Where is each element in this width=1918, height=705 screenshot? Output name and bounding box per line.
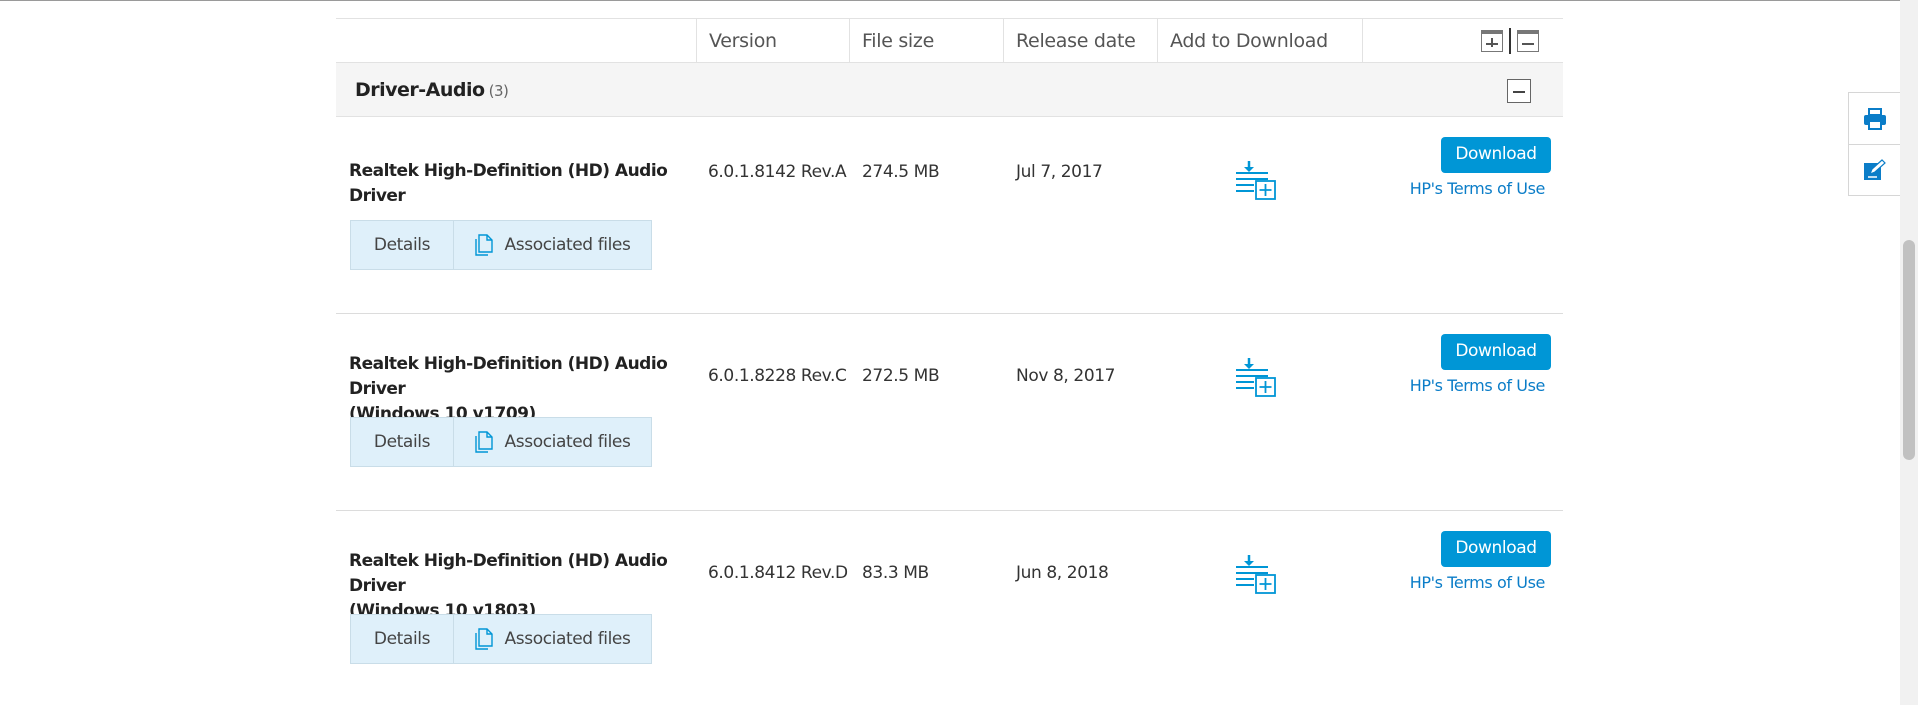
driver-file-size: 272.5 MB <box>862 366 940 386</box>
header-file-size: File size <box>849 19 1003 63</box>
expand-all-icon[interactable] <box>1481 30 1503 52</box>
terms-of-use-link[interactable]: HP's Terms of Use <box>1410 179 1546 198</box>
table-row: Realtek High-Definition (HD) Audio Drive… <box>336 314 1563 511</box>
driver-name-line1: Realtek High-Definition (HD) Audio Drive… <box>349 551 668 596</box>
row-action-tabs: Details Associated files <box>350 220 652 270</box>
print-icon <box>1864 107 1886 130</box>
row-action-tabs: Details Associated files <box>350 614 652 664</box>
download-button[interactable]: Download <box>1441 531 1551 567</box>
group-header-driver-audio[interactable]: Driver-Audio (3) <box>336 63 1563 117</box>
terms-of-use-link[interactable]: HP's Terms of Use <box>1410 573 1546 592</box>
side-toolbar <box>1848 92 1902 196</box>
controls-separator <box>1509 28 1511 54</box>
add-to-download-list-icon[interactable] <box>1234 553 1280 595</box>
driver-version: 6.0.1.8228 Rev.C <box>708 366 847 386</box>
drivers-table: Version File size Release date Add to Do… <box>336 18 1563 705</box>
driver-version: 6.0.1.8412 Rev.D <box>708 563 848 583</box>
associated-files-label: Associated files <box>504 629 631 649</box>
driver-name-line1: Realtek High-Definition (HD) Audio Drive… <box>349 354 668 399</box>
download-button[interactable]: Download <box>1441 334 1551 370</box>
file-copy-icon <box>474 628 493 650</box>
edit-feedback-icon <box>1864 159 1886 180</box>
scrollbar-thumb[interactable] <box>1903 240 1915 460</box>
group-collapse-button[interactable] <box>1507 79 1531 103</box>
details-button[interactable]: Details <box>350 220 454 270</box>
associated-files-button[interactable]: Associated files <box>454 220 652 270</box>
group-count: (3) <box>488 82 509 100</box>
details-button[interactable]: Details <box>350 417 454 467</box>
driver-file-size: 274.5 MB <box>862 162 940 182</box>
file-copy-icon <box>474 431 493 453</box>
associated-files-button[interactable]: Associated files <box>454 614 652 664</box>
add-to-download-list-icon[interactable] <box>1234 356 1280 398</box>
header-release-date: Release date <box>1003 19 1157 63</box>
row-action-tabs: Details Associated files <box>350 417 652 467</box>
driver-name: Realtek High-Definition (HD) Audio Drive… <box>349 352 679 427</box>
feedback-button[interactable] <box>1849 144 1901 195</box>
driver-release-date: Jul 7, 2017 <box>1016 162 1103 182</box>
driver-name: Realtek High-Definition (HD) Audio Drive… <box>349 549 679 624</box>
group-title: Driver-Audio (3) <box>355 79 509 101</box>
details-button[interactable]: Details <box>350 614 454 664</box>
driver-name-line1: Realtek High-Definition (HD) Audio Drive… <box>349 161 668 206</box>
driver-release-date: Jun 8, 2018 <box>1016 563 1109 583</box>
top-divider <box>0 0 1900 1</box>
table-header: Version File size Release date Add to Do… <box>336 18 1563 96</box>
driver-version: 6.0.1.8142 Rev.A <box>708 162 847 182</box>
add-to-download-list-icon[interactable] <box>1234 159 1280 201</box>
driver-release-date: Nov 8, 2017 <box>1016 366 1116 386</box>
expand-collapse-controls <box>1481 28 1539 54</box>
terms-of-use-link[interactable]: HP's Terms of Use <box>1410 376 1546 395</box>
header-add-to-download-list: Add to Download List <box>1157 19 1362 96</box>
associated-files-button[interactable]: Associated files <box>454 417 652 467</box>
collapse-all-icon[interactable] <box>1517 30 1539 52</box>
header-version: Version <box>696 19 851 63</box>
print-button[interactable] <box>1849 93 1901 144</box>
associated-files-label: Associated files <box>504 235 631 255</box>
download-button[interactable]: Download <box>1441 137 1551 173</box>
file-copy-icon <box>474 234 493 256</box>
driver-name: Realtek High-Definition (HD) Audio Drive… <box>349 159 679 209</box>
group-title-text: Driver-Audio <box>355 79 485 101</box>
driver-file-size: 83.3 MB <box>862 563 929 583</box>
associated-files-label: Associated files <box>504 432 631 452</box>
table-row: Realtek High-Definition (HD) Audio Drive… <box>336 511 1563 705</box>
table-row: Realtek High-Definition (HD) Audio Drive… <box>336 117 1563 314</box>
